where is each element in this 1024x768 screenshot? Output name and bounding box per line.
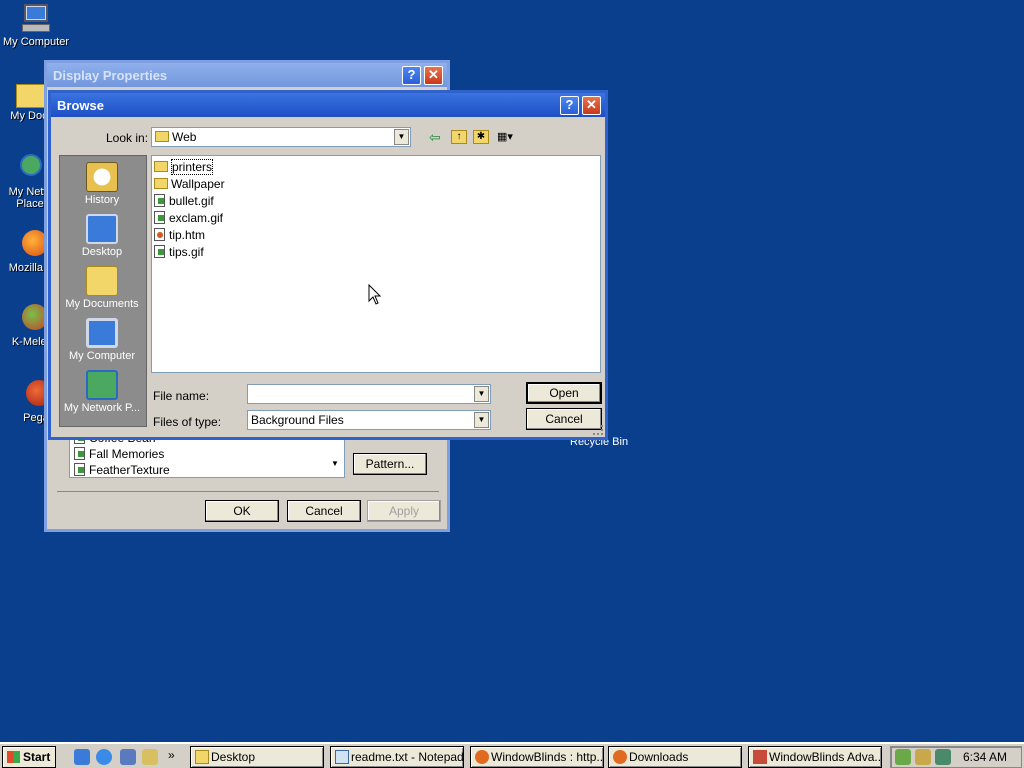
firefox-icon — [613, 750, 627, 764]
file-name-label: File name: — [153, 389, 210, 403]
groupbox-bottom-border — [57, 491, 439, 492]
gif-file-icon — [154, 194, 165, 208]
system-tray: 6:34 AM — [890, 746, 1022, 768]
start-button[interactable]: Start — [2, 746, 56, 768]
up-folder-button[interactable]: ↑ — [451, 130, 467, 144]
quicklaunch-outlook-icon[interactable] — [120, 749, 136, 765]
task-windowblinds-advanced[interactable]: WindowBlinds Adva... — [748, 746, 882, 768]
resize-grip[interactable] — [593, 425, 603, 435]
my-computer-icon — [86, 318, 118, 348]
task-windowblinds-web[interactable]: WindowBlinds : http... — [470, 746, 604, 768]
look-in-value: Web — [172, 130, 197, 144]
browse-titlebar[interactable]: Browse ? ✕ — [51, 93, 605, 117]
list-item[interactable]: exclam.gif — [154, 211, 598, 228]
places-my-computer[interactable]: My Computer — [60, 318, 144, 362]
firefox-icon — [475, 750, 489, 764]
mouse-cursor-icon — [368, 284, 382, 305]
folder-icon — [154, 161, 168, 173]
apply-button[interactable]: Apply — [367, 500, 441, 522]
folder-icon — [155, 131, 169, 143]
chevron-down-icon[interactable]: ▼ — [394, 129, 409, 145]
task-desktop[interactable]: Desktop — [190, 746, 324, 768]
pattern-button[interactable]: Pattern... — [353, 453, 427, 475]
task-notepad[interactable]: readme.txt - Notepad — [330, 746, 464, 768]
my-network-icon — [86, 370, 118, 400]
windows-logo-icon — [7, 751, 20, 763]
display-properties-titlebar[interactable]: Display Properties ? ✕ — [47, 63, 447, 87]
look-in-label: Look in: — [106, 131, 149, 145]
close-button[interactable]: ✕ — [424, 65, 443, 85]
list-item[interactable]: tips.gif — [154, 245, 598, 262]
gif-file-icon — [154, 211, 165, 225]
desktop-icon — [86, 214, 118, 244]
gif-file-icon — [154, 245, 165, 259]
places-my-documents[interactable]: My Documents — [60, 266, 144, 310]
open-button[interactable]: Open — [526, 382, 602, 404]
files-of-type-label: Files of type: — [153, 415, 222, 429]
places-label: History — [84, 194, 120, 206]
file-list[interactable]: printers Wallpaper bullet.gif exclam.gif… — [151, 155, 601, 373]
back-button[interactable]: ⇦ — [429, 129, 445, 145]
cancel-button[interactable]: Cancel — [526, 408, 602, 430]
quicklaunch-search-icon[interactable] — [142, 749, 158, 765]
places-label: My Computer — [68, 350, 136, 362]
taskbar: Start » Desktop readme.txt - Notepad Win… — [0, 742, 1024, 768]
tray-icon-3[interactable] — [935, 749, 951, 765]
list-dropdown-arrow[interactable]: ▼ — [328, 457, 342, 471]
tray-icon-1[interactable] — [895, 749, 911, 765]
places-label: My Documents — [65, 298, 139, 310]
quicklaunch-ie-icon[interactable] — [96, 749, 112, 765]
htm-file-icon — [154, 228, 165, 242]
clock[interactable]: 6:34 AM — [963, 750, 1007, 764]
network-icon — [14, 152, 46, 184]
quicklaunch-desktop-icon[interactable] — [74, 749, 90, 765]
list-item[interactable]: Wallpaper — [154, 177, 598, 194]
computer-icon — [20, 2, 52, 34]
wallpaper-list[interactable]: Coffee Bean Fall Memories FeatherTexture… — [69, 436, 345, 478]
list-item[interactable]: bullet.gif — [154, 194, 598, 211]
places-desktop[interactable]: Desktop — [60, 214, 144, 258]
files-of-type-dropdown[interactable]: Background Files ▼ — [247, 410, 491, 430]
places-history[interactable]: History — [60, 162, 144, 206]
new-folder-button[interactable]: ✱ — [473, 130, 489, 144]
chevron-down-icon[interactable]: ▼ — [474, 386, 489, 402]
window-title: Display Properties — [53, 67, 168, 83]
look-in-dropdown[interactable]: Web ▼ — [151, 127, 411, 147]
quicklaunch-overflow-icon[interactable]: » — [168, 748, 175, 762]
list-item[interactable]: printers — [154, 159, 598, 177]
view-menu-button[interactable]: ▦▾ — [497, 130, 521, 144]
folder-icon — [195, 750, 209, 764]
close-button[interactable]: ✕ — [582, 95, 601, 115]
list-item[interactable]: tip.htm — [154, 228, 598, 245]
task-downloads[interactable]: Downloads — [608, 746, 742, 768]
folder-icon — [154, 178, 168, 190]
help-button[interactable]: ? — [560, 95, 579, 115]
windowblinds-icon — [753, 750, 767, 764]
desktop-icon-my-computer[interactable]: My Computer — [0, 2, 72, 48]
file-name-input[interactable]: ▼ — [247, 384, 491, 404]
desktop-icon-label: My Computer — [2, 36, 70, 48]
browse-dialog: Browse ? ✕ Look in: Web ▼ ⇦ ↑ ✱ ▦▾ Histo… — [48, 90, 608, 440]
list-item[interactable]: FeatherTexture — [70, 463, 344, 477]
ok-button[interactable]: OK — [205, 500, 279, 522]
chevron-down-icon[interactable]: ▼ — [474, 412, 489, 428]
cancel-button[interactable]: Cancel — [287, 500, 361, 522]
help-button[interactable]: ? — [402, 65, 421, 85]
my-documents-icon — [86, 266, 118, 296]
history-icon — [86, 162, 118, 192]
places-bar: History Desktop My Documents My Computer… — [59, 155, 147, 427]
dialog-title: Browse — [57, 97, 104, 113]
list-item[interactable]: Fall Memories — [70, 447, 344, 463]
notepad-icon — [335, 750, 349, 764]
places-label: Desktop — [81, 246, 123, 258]
tray-icon-2[interactable] — [915, 749, 931, 765]
places-my-network[interactable]: My Network P... — [60, 370, 144, 414]
places-label: My Network P... — [63, 402, 141, 414]
